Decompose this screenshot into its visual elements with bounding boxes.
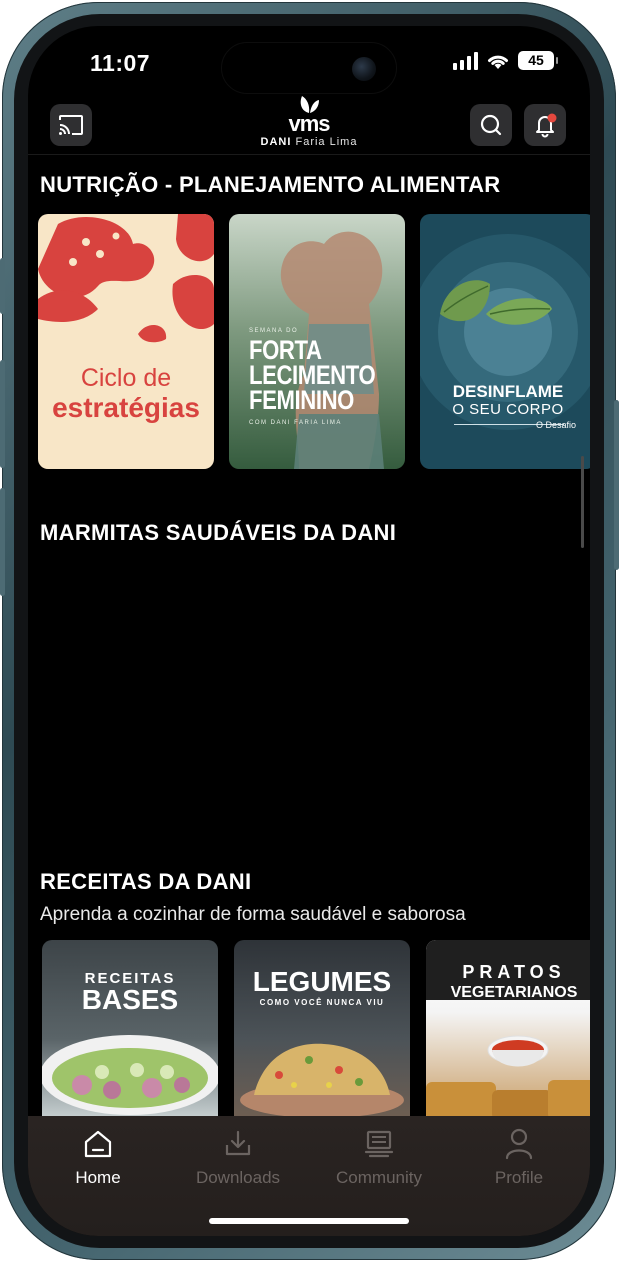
profile-icon xyxy=(505,1128,533,1160)
course-card-ciclo[interactable]: Ciclo de estratégias xyxy=(38,214,214,469)
recipe-card-bases[interactable]: RECEITAS BASES xyxy=(42,940,218,1120)
recipe-card-legumes[interactable]: LEGUMES COMO VOCÊ NUNCA VIU xyxy=(234,940,410,1120)
search-button[interactable] xyxy=(470,104,512,146)
logo-subtitle-bold: DANI xyxy=(260,136,292,148)
card-title-line1: LEGUMES xyxy=(252,966,392,997)
logo-subtitle: DANI Faria Lima xyxy=(249,136,369,148)
section-title-receitas: RECEITAS DA DANI xyxy=(40,869,252,894)
home-indicator[interactable] xyxy=(209,1218,409,1224)
tab-profile[interactable]: Profile xyxy=(449,1126,589,1188)
app-logo: vms DANI Faria Lima xyxy=(249,94,369,148)
battery-icon: 45 xyxy=(518,51,558,70)
section-title-nutricao: NUTRIÇÃO - PLANEJAMENTO ALIMENTAR xyxy=(40,172,501,197)
status-icons: 45 xyxy=(453,51,558,70)
card-title-line2: COMO VOCÊ NUNCA VIU xyxy=(259,998,385,1007)
wifi-icon xyxy=(488,55,508,69)
app-screen: 11:07 45 vms DANI Faria Lima NUTRIÇÃO - … xyxy=(28,26,590,1236)
scrollbar[interactable] xyxy=(581,456,584,548)
logo-subtitle-rest: Faria Lima xyxy=(295,136,358,148)
card-title-line1: PRATOS xyxy=(462,962,566,982)
side-button-right xyxy=(614,400,619,570)
tab-downloads[interactable]: Downloads xyxy=(168,1126,308,1188)
notifications-button[interactable] xyxy=(524,104,566,146)
leaves-icon xyxy=(440,280,552,325)
section-title-marmitas: MARMITAS SAUDÁVEIS DA DANI xyxy=(40,520,397,545)
card-title-line1: Ciclo de xyxy=(80,364,172,392)
card-kicker: SEMANA DO xyxy=(249,328,299,334)
tab-community[interactable]: Community xyxy=(309,1126,449,1188)
tab-label-downloads: Downloads xyxy=(195,1168,281,1187)
card-title-line3: O Desafio xyxy=(535,420,576,430)
community-icon xyxy=(364,1130,394,1158)
sauce-and-fritters-icon xyxy=(426,1035,590,1120)
card-title-line2: VEGETARIANOS xyxy=(450,984,578,1001)
header-divider xyxy=(28,154,590,155)
bowl-illustration-icon xyxy=(42,1035,218,1115)
card-headline-line3: FEMININO xyxy=(249,385,354,415)
search-icon xyxy=(480,114,502,136)
course-card-fortalecimento[interactable]: SEMANA DO FORTA LECIMENTO FEMININO COM D… xyxy=(229,214,405,469)
card-credit: COM DANI FARIA LIMA xyxy=(249,420,342,426)
side-button-left-1 xyxy=(0,258,5,314)
side-button-left-3 xyxy=(0,488,5,596)
home-icon xyxy=(84,1130,112,1158)
logo-wordmark: vms xyxy=(288,111,330,136)
status-time: 11:07 xyxy=(90,50,151,76)
tab-home[interactable]: Home xyxy=(28,1126,168,1188)
cast-icon xyxy=(59,115,83,135)
dynamic-island xyxy=(221,42,397,94)
food-illustration-icon xyxy=(38,214,214,343)
course-card-desinflame[interactable]: DESINFLAME O SEU CORPO O Desafio xyxy=(420,214,590,469)
card-title-line2: BASES xyxy=(81,984,179,1015)
side-button-left-2 xyxy=(0,360,5,468)
tab-label-community: Community xyxy=(336,1168,422,1187)
card-title-line2: O SEU CORPO xyxy=(452,401,564,418)
tab-label-profile: Profile xyxy=(494,1168,544,1187)
signal-icon xyxy=(453,51,478,70)
tab-label-home: Home xyxy=(75,1168,121,1187)
recipe-card-vegetarianos[interactable]: PRATOS VEGETARIANOS xyxy=(426,940,590,1120)
card-title-line1: DESINFLAME xyxy=(452,382,564,401)
card-title-line2: estratégias xyxy=(52,392,200,423)
bell-icon xyxy=(536,113,557,138)
card-headline: FORTA LECIMENTO FEMININO xyxy=(249,337,376,415)
download-icon xyxy=(225,1130,251,1156)
dish-illustration-icon xyxy=(240,1043,404,1118)
camera-icon xyxy=(352,57,376,81)
cast-button[interactable] xyxy=(50,104,92,146)
section-subtitle-receitas: Aprenda a cozinhar de forma saudável e s… xyxy=(40,904,466,925)
